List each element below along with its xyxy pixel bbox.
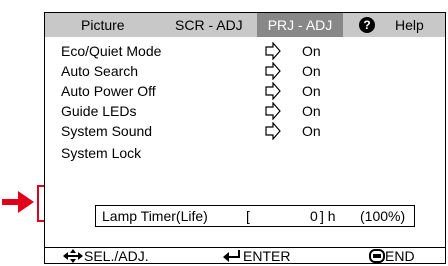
lamp-timer-unit: ] h	[320, 208, 336, 224]
menu-item-label: System Lock	[61, 145, 142, 161]
footer-select-label: SEL./ADJ.	[84, 248, 149, 264]
menu-item-label: Auto Power Off	[61, 83, 156, 99]
right-arrow-icon	[265, 82, 281, 100]
right-arrow-icon	[265, 102, 281, 120]
footer-enter-label: ENTER	[243, 248, 291, 264]
enter-arrow-icon	[223, 250, 240, 262]
lamp-timer-hours: 0	[310, 208, 318, 224]
lamp-timer-open-bracket: [	[246, 208, 250, 224]
menu-item-label: Auto Search	[61, 63, 139, 79]
menu-item-value: On	[302, 103, 321, 119]
right-arrow-icon	[265, 62, 281, 80]
four-way-arrow-icon	[63, 249, 83, 263]
menu-item-value: On	[302, 83, 321, 99]
tab-picture[interactable]: Picture	[81, 13, 125, 37]
menu-item-label: Guide LEDs	[61, 103, 137, 119]
tab-scr-adj[interactable]: SCR - ADJ	[175, 13, 243, 37]
pointer-arrow-icon	[2, 191, 34, 213]
menu-item-label: System Sound	[61, 123, 153, 139]
menu-item-value: On	[302, 43, 321, 59]
right-arrow-icon	[265, 42, 281, 60]
lamp-timer-label: Lamp Timer(Life)	[102, 208, 208, 224]
menu-button-icon	[369, 249, 385, 263]
tab-bar: Picture SCR - ADJ PRJ - ADJ ? Help	[45, 13, 445, 37]
help-icon: ?	[359, 17, 375, 33]
lamp-timer-field: Lamp Timer(Life) [ 0 ] h (100%)	[95, 205, 415, 227]
lamp-timer-percent: (100%)	[360, 208, 406, 224]
tab-prj-adj[interactable]: PRJ - ADJ	[257, 13, 343, 37]
footer-guide: SEL./ADJ. ENTER END	[45, 247, 445, 264]
onscreen-menu: Picture SCR - ADJ PRJ - ADJ ? Help Eco/Q…	[44, 12, 446, 264]
menu-item-label: Eco/Quiet Mode	[61, 43, 162, 59]
right-arrow-icon	[265, 122, 281, 140]
menu-item-value: On	[302, 123, 321, 139]
footer-end-label: END	[385, 248, 415, 264]
menu-item-value: On	[302, 63, 321, 79]
tab-help[interactable]: Help	[395, 13, 424, 37]
